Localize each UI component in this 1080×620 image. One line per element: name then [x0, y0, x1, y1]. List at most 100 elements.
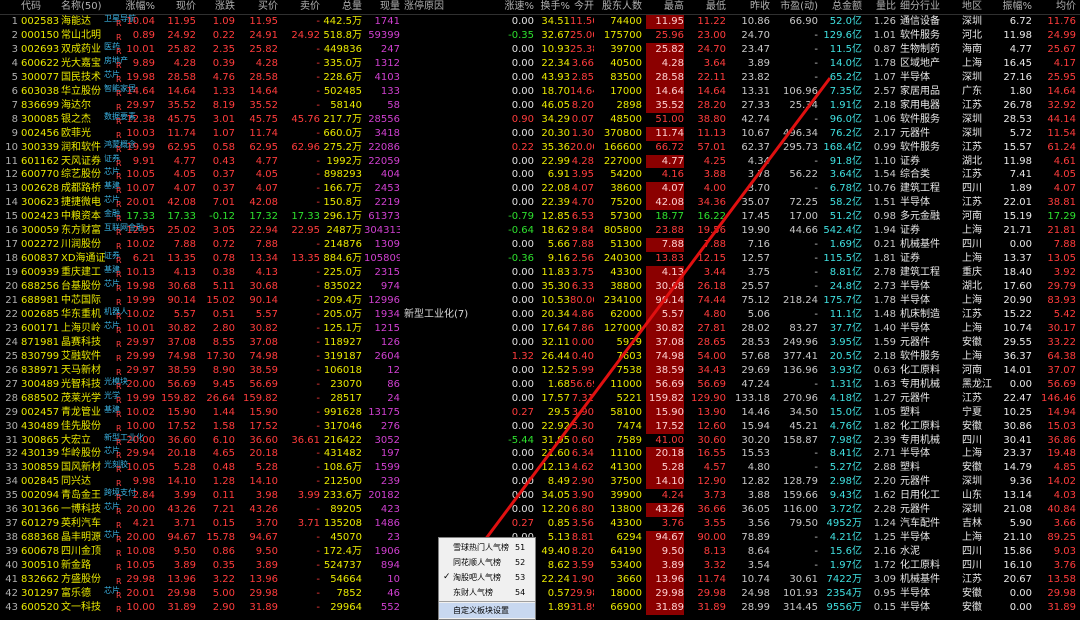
- column-header-18[interactable]: 市盈(动): [774, 0, 818, 14]
- table-row[interactable]: 19 600939 重庆建工 基建 10.13 4.13 0.38 4.13-225.0万 23…: [0, 265, 1080, 281]
- table-row[interactable]: 38 688368 晶丰明源 芯片 20.00 94.67 15.78 94.67-45070…: [0, 530, 1080, 546]
- table-row[interactable]: 41832662方盛股份29.9813.963.2213.96-54664100…: [0, 573, 1080, 587]
- table-row[interactable]: 28 688502 茂莱光学 光学 19.99 159.82 26.64 159.82-285…: [0, 391, 1080, 406]
- table-row[interactable]: 30 430489 佳先股份 10.00 17.52 1.58 17.52-317046 27…: [0, 419, 1080, 434]
- column-header-13[interactable]: 今开: [570, 0, 594, 14]
- menu-item-3[interactable]: ✓ 淘股吧人气榜 53: [439, 570, 535, 585]
- column-header-1[interactable]: 代码: [21, 0, 59, 14]
- table-row[interactable]: 2 000150 常山北明 0.89 24.92 0.22 24.91 24.92 518.8万…: [0, 29, 1080, 43]
- table-row[interactable]: 24 871981 晶赛科技 29.97 37.08 8.55 37.08-118927 12…: [0, 335, 1080, 350]
- table-row[interactable]: 43 600520 文一科技 10.00 31.89 2.90 31.89-29964 552…: [0, 600, 1080, 615]
- column-header-21[interactable]: 细分行业: [900, 0, 960, 14]
- table-row[interactable]: 39 600678 四川金顶 10.08 9.50 0.86 9.50-172.4万 1906…: [0, 545, 1080, 560]
- table-row[interactable]: 8 300085 银之杰 数据要素 12.38 45.75 3.01 45.75 45.76 21…: [0, 112, 1080, 127]
- cell-vr: 1.82: [873, 420, 896, 432]
- column-header-15[interactable]: 最高: [646, 0, 684, 14]
- column-header-19[interactable]: 总金额: [820, 0, 862, 14]
- cell-code: 300623: [21, 197, 59, 209]
- column-header-23[interactable]: 振幅%: [1002, 0, 1032, 14]
- column-header-7[interactable]: 卖价: [282, 0, 320, 14]
- column-header-10[interactable]: 涨停原因: [404, 0, 494, 14]
- table-row[interactable]: 34 002845 同兴达 9.98 14.10 1.28 14.10-212500 239 0…: [0, 475, 1080, 490]
- menu-item-2[interactable]: 同花顺人气榜 52: [439, 555, 535, 570]
- cell-open: 29.98: [570, 587, 594, 599]
- cell-ask: -: [316, 462, 320, 474]
- table-row[interactable]: 29 002457 青龙管业 基建 10.02 15.90 1.44 15.90-991628…: [0, 405, 1080, 420]
- column-header-6[interactable]: 买价: [240, 0, 278, 14]
- cell-turn: 22.99: [541, 155, 570, 167]
- table-row[interactable]: 37 601279 英利汽车 4.21 3.71 0.15 3.70 3.71 135208 14…: [0, 517, 1080, 531]
- table-row[interactable]: 27 300489 光智科技 光模块 20.00 56.69 9.45 56.69-23070…: [0, 377, 1080, 392]
- table-row[interactable]: 13 002628 成都路桥 基建 10.07 4.07 0.37 4.07-166.7万 24…: [0, 181, 1080, 197]
- cell-vr: 3.09: [873, 574, 896, 585]
- cell-low: 11.13: [697, 127, 726, 139]
- cell-high: 51.00: [655, 113, 684, 125]
- column-header-14[interactable]: 股东人数: [598, 0, 642, 14]
- table-row[interactable]: 5 300077 国民技术 芯片 19.98 28.58 4.76 28.58-228.6万 4…: [0, 70, 1080, 85]
- cell-avg: 56.69: [1047, 378, 1076, 390]
- table-row[interactable]: 31 300865 大宏立 新型工业化 20.00 36.60 6.10 36.60 36.61…: [0, 433, 1080, 448]
- cell-low: 16.55: [697, 448, 726, 460]
- table-row[interactable]: 15 002423 中粮资本 金融 17.33 17.33 -0.12 17.32 17.33 2…: [0, 209, 1080, 224]
- table-row[interactable]: 11 601162 天风证券 证券 9.91 4.77 0.43 4.77-1992万 2205…: [0, 154, 1080, 169]
- column-header-22[interactable]: 地区: [962, 0, 1002, 14]
- table-row[interactable]: 26 838971 天马新材 29.97 38.59 8.90 38.59-106018 12…: [0, 363, 1080, 378]
- menu-item-4[interactable]: 东财人气榜 54: [439, 585, 535, 600]
- table-row[interactable]: 9 002456 欧菲光 10.03 11.74 1.07 11.74-660.0万 3418…: [0, 126, 1080, 141]
- cell-cur: 974: [380, 281, 400, 293]
- table-row[interactable]: 10 300339 润和软件 鸿蒙概念 19.99 62.95 0.58 62.95 62.96…: [0, 140, 1080, 155]
- table-row[interactable]: 22 002685 华东重机 机器人 10.02 5.57 0.51 5.57-205.0万 1…: [0, 307, 1080, 322]
- table-row[interactable]: 20 688256 台基股份 芯片 19.98 30.68 5.11 30.68-835022…: [0, 279, 1080, 294]
- column-header-9[interactable]: 现量: [364, 0, 400, 14]
- cell-prev: 3.89: [747, 57, 770, 69]
- column-header-0[interactable]: [0, 0, 18, 14]
- table-row[interactable]: 35 002094 青岛金王 跨境支付 2.84 3.99 0.11 3.98 3.99 233.…: [0, 488, 1080, 503]
- table-row[interactable]: 16 300059 东方财富 互联网金融 12.95 25.02 3.05 22.94 22.9…: [0, 223, 1080, 238]
- cell-bid: 38.59: [249, 364, 278, 376]
- table-row[interactable]: 4 600622 光大嘉宝 房地产 9.89 4.28 0.39 4.28-335.0万 131…: [0, 56, 1080, 71]
- table-row[interactable]: 40300510新金路10.053.890.353.89-5247378940.…: [0, 559, 1080, 573]
- table-row[interactable]: 12 600770 综艺股份 芯片 10.05 4.05 0.37 4.05-898293 40…: [0, 167, 1080, 182]
- column-header-4[interactable]: 现价: [158, 0, 196, 14]
- column-header-3[interactable]: 涨幅%: [118, 0, 155, 14]
- cell-name: 晶丰明源: [61, 532, 101, 544]
- column-header-20[interactable]: 量比: [864, 0, 896, 14]
- table-row[interactable]: 32 430139 华岭股份 芯片 29.94 20.18 4.65 20.18-431482…: [0, 446, 1080, 462]
- cell-vol: 28517: [330, 392, 362, 404]
- column-header-16[interactable]: 最低: [688, 0, 726, 14]
- column-header-2[interactable]: 名称(50): [61, 0, 105, 14]
- cell-vol: 275.2万: [323, 141, 362, 153]
- cell-idx: 26: [5, 364, 18, 376]
- cell-spd: 0.27: [511, 518, 534, 530]
- column-header-24[interactable]: 均价: [1034, 0, 1076, 14]
- table-row[interactable]: 21 688981 中芯国际 19.99 90.14 15.02 90.14-209.4万 1…: [0, 294, 1080, 308]
- cell-area: 上海: [962, 448, 982, 460]
- custom-block-settings-item[interactable]: 自定义板块设置: [439, 603, 535, 618]
- table-row[interactable]: 18 600837 XD海通证 证券 6.21 13.35 0.78 13.34 13.35 88…: [0, 251, 1080, 266]
- menu-item-1[interactable]: 雪球热门人气榜 51: [439, 540, 535, 555]
- cell-low: 8.13: [703, 546, 726, 558]
- table-row[interactable]: 3 002693 双成药业 医药 10.01 25.82 2.35 25.82-449836 2…: [0, 42, 1080, 57]
- table-row[interactable]: 1 002583 海能达 卫星导航 10.04 11.95 1.09 11.95-442.5万…: [0, 14, 1080, 29]
- cell-ask: -: [316, 239, 320, 251]
- table-row[interactable]: 25 830799 艾融软件 29.99 74.98 17.30 74.98-319187 2…: [0, 349, 1080, 364]
- table-row[interactable]: 7 836699 海达尔 29.97 35.52 8.19 35.52-58140 58 0.0…: [0, 98, 1080, 113]
- cell-idx: 17: [5, 239, 18, 251]
- cell-high: 25.82: [646, 42, 684, 57]
- cell-high: 38.59: [646, 363, 684, 378]
- column-header-8[interactable]: 总量: [322, 0, 362, 14]
- table-row[interactable]: 42 301297 富乐德 芯片 20.01 29.98 5.00 29.98-7852 46 0…: [0, 586, 1080, 601]
- column-header-11[interactable]: 涨速%: [500, 0, 534, 14]
- cell-pe: -: [814, 546, 818, 558]
- column-header-17[interactable]: 昨收: [730, 0, 770, 14]
- cell-open: 11.50: [570, 16, 594, 27]
- column-header-5[interactable]: 涨跌: [200, 0, 235, 14]
- table-row[interactable]: 14 300623 捷捷微电 芯片 20.01 42.08 7.01 42.08-150.8万…: [0, 195, 1080, 211]
- table-row[interactable]: 6 603038 华立股份 智能家居 14.64 14.64 1.33 14.64-50248…: [0, 84, 1080, 99]
- cell-bid: 3.70: [255, 518, 278, 530]
- table-row[interactable]: 17 002272 川润股份 10.02 7.88 0.72 7.88-214876 1309…: [0, 238, 1080, 253]
- column-header-12[interactable]: 换手%: [538, 0, 570, 14]
- table-row[interactable]: 33 300859 国风新材 光刻胶 10.05 5.28 0.48 5.28-108.6万 1…: [0, 460, 1080, 476]
- table-row[interactable]: 23 600171 上海贝岭 芯片 10.01 30.82 2.80 30.82-125.1万…: [0, 321, 1080, 336]
- table-row[interactable]: 36 301366 一博科技 芯片 20.00 43.26 7.21 43.26-89205 4…: [0, 502, 1080, 518]
